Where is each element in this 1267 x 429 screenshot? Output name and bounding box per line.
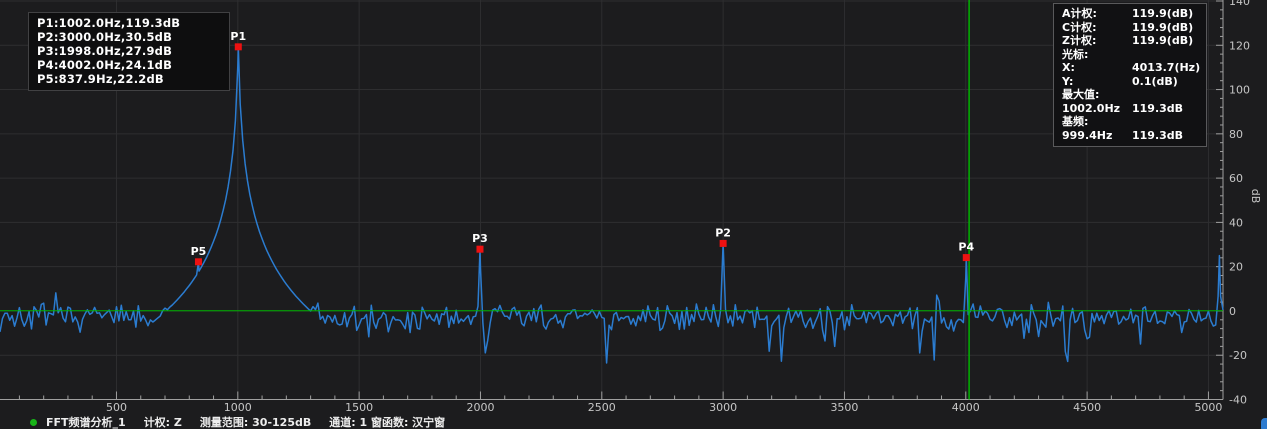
status-segment: 通道: 1 窗函数: 汉宁窗 [329, 414, 445, 429]
status-segment: 计权: Z [144, 414, 182, 429]
info-row: Z计权:119.9(dB) [1062, 34, 1198, 48]
status-bar: FFT频谱分析_1 计权: Z 测量范围: 30-125dB 通道: 1 窗函数: 汉… [30, 415, 463, 429]
peak-legend-item: P2:3000.0Hz,30.5dB [37, 30, 221, 44]
y-tick-label: 100 [1229, 84, 1250, 97]
info-label: 最大值: [1062, 88, 1132, 102]
info-row: 1002.0Hz119.3dB [1062, 102, 1198, 116]
info-label: X: [1062, 61, 1132, 75]
y-tick-label: 140 [1229, 0, 1250, 8]
y-tick-label: 80 [1229, 128, 1243, 141]
peak-label: P4 [958, 241, 974, 254]
info-label: Y: [1062, 75, 1132, 89]
peak-label: P5 [191, 245, 207, 258]
peak-label: P2 [715, 226, 731, 239]
x-tick-label: 1500 [345, 401, 373, 414]
info-label: 基频: [1062, 115, 1132, 129]
info-row: 999.4Hz119.3dB [1062, 129, 1198, 143]
x-tick-label: 1000 [224, 401, 252, 414]
x-tick-label: 5000 [1194, 401, 1222, 414]
info-value: 119.3dB [1132, 102, 1198, 116]
peak-legend-item: P4:4002.0Hz,24.1dB [37, 58, 221, 72]
info-value: 119.9(dB) [1132, 7, 1198, 21]
y-tick-label: 60 [1229, 172, 1243, 185]
peak-legend: P1:1002.0Hz,119.3dBP2:3000.0Hz,30.5dBP3:… [28, 12, 230, 91]
y-tick-label: 0 [1229, 305, 1236, 318]
info-label: 999.4Hz [1062, 129, 1132, 143]
info-value [1132, 48, 1198, 62]
info-value: 119.3dB [1132, 129, 1198, 143]
info-row: C计权:119.9(dB) [1062, 21, 1198, 35]
x-tick-label: 2500 [588, 401, 616, 414]
peak-legend-item: P3:1998.0Hz,27.9dB [37, 44, 221, 58]
peak-legend-item: P5:837.9Hz,22.2dB [37, 72, 221, 86]
info-value [1132, 88, 1198, 102]
status-segment: FFT频谱分析_1 [46, 414, 126, 429]
info-value [1132, 115, 1198, 129]
corner-widget-button[interactable] [1261, 418, 1267, 429]
info-value: 119.9(dB) [1132, 21, 1198, 35]
info-row: Y:0.1(dB) [1062, 75, 1198, 89]
info-label: A计权: [1062, 7, 1132, 21]
y-tick-label: 20 [1229, 261, 1243, 274]
info-row: 最大值: [1062, 88, 1198, 102]
info-value: 4013.7(Hz) [1132, 61, 1200, 75]
y-tick-label: 40 [1229, 216, 1243, 229]
x-tick-label: 500 [106, 401, 127, 414]
channel-status-icon [30, 419, 37, 426]
info-label: 光标: [1062, 48, 1132, 62]
y-tick-label: 120 [1229, 39, 1250, 52]
info-row: A计权:119.9(dB) [1062, 7, 1198, 21]
info-row: 光标: [1062, 48, 1198, 62]
x-tick-label: 3000 [709, 401, 737, 414]
y-axis-title: dB [1249, 189, 1262, 204]
peak-marker [720, 240, 727, 247]
cursor-info-panel: A计权:119.9(dB)C计权:119.9(dB)Z计权:119.9(dB)光… [1053, 3, 1207, 147]
info-row: X:4013.7(Hz) [1062, 61, 1198, 75]
x-tick-label: 2000 [466, 401, 494, 414]
peak-label: P3 [472, 232, 488, 245]
x-tick-label: 3500 [830, 401, 858, 414]
spectrum-trace [0, 47, 1223, 363]
peak-marker [963, 254, 970, 261]
x-tick-label: 4500 [1073, 401, 1101, 414]
info-label: C计权: [1062, 21, 1132, 35]
status-segment: 测量范围: 30-125dB [200, 414, 311, 429]
y-tick-label: -20 [1229, 349, 1247, 362]
peak-marker [476, 246, 483, 253]
info-value: 0.1(dB) [1132, 75, 1198, 89]
peak-marker [235, 43, 242, 50]
peak-label: P1 [230, 30, 246, 43]
x-tick-label: 4000 [952, 401, 980, 414]
peak-legend-item: P1:1002.0Hz,119.3dB [37, 16, 221, 30]
info-value: 119.9(dB) [1132, 34, 1198, 48]
info-label: Z计权: [1062, 34, 1132, 48]
info-label: 1002.0Hz [1062, 102, 1132, 116]
peak-marker [195, 258, 202, 265]
info-row: 基频: [1062, 115, 1198, 129]
fft-analyzer-window: 500100015002000250030003500400045005000-… [0, 0, 1267, 429]
y-tick-label: -40 [1229, 394, 1247, 407]
